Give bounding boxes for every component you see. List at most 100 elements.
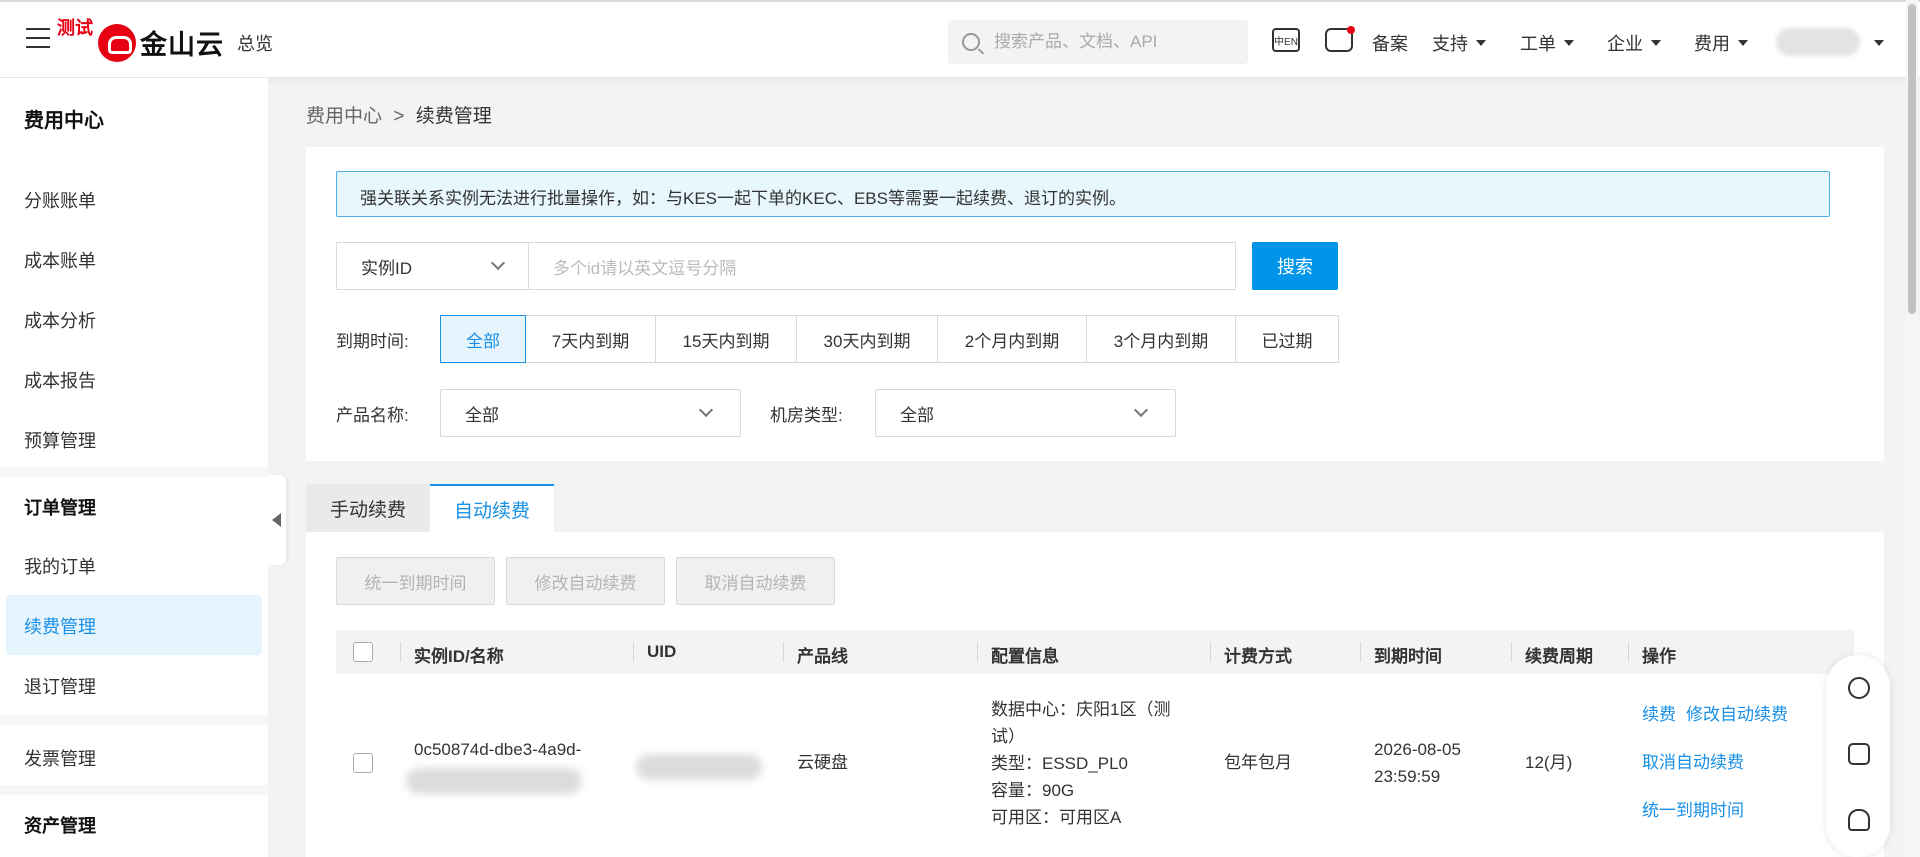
product-select-value: 全部 (465, 405, 499, 425)
instance-id[interactable]: 0c50874d-dbe3-4a9d- (414, 736, 581, 763)
product-label: 产品名称: (336, 406, 409, 425)
sidebar-item-renewal[interactable]: 续费管理 (24, 613, 96, 639)
row-checkbox[interactable] (353, 753, 373, 773)
cancel-auto-renew-link[interactable]: 取消自动续费 (1642, 749, 1744, 776)
sidebar-item-cost-bill[interactable]: 成本账单 (24, 247, 96, 273)
customer-service-icon[interactable] (1848, 677, 1870, 699)
column-divider (977, 642, 978, 662)
sidebar-divider (0, 467, 268, 477)
enterprise-menu[interactable]: 企业 (1607, 30, 1661, 56)
column-divider (633, 642, 634, 662)
config-zone: 可用区：可用区A (991, 808, 1122, 827)
renewal-period: 12(月) (1525, 753, 1573, 772)
column-divider (783, 642, 784, 662)
sidebar-item-split-bill[interactable]: 分账账单 (24, 187, 96, 213)
scrollbar-thumb[interactable] (1908, 4, 1916, 314)
col-instance: 实例ID/名称 (414, 647, 504, 666)
expiry-option-all[interactable]: 全部 (440, 315, 526, 363)
chevron-down-icon (698, 402, 714, 418)
search-field-select[interactable]: 实例ID (336, 242, 529, 290)
billing-method: 包年包月 (1224, 753, 1292, 772)
col-period: 续费周期 (1525, 647, 1593, 666)
sidebar-item-cost-analysis[interactable]: 成本分析 (24, 307, 96, 333)
config-datacenter-cont: 试） (991, 727, 1025, 746)
instance-id-input[interactable]: 多个id请以英文逗号分隔 (528, 242, 1236, 290)
room-type-select[interactable]: 全部 (875, 389, 1176, 437)
breadcrumb: 费用中心 > 续费管理 (306, 101, 492, 128)
config-type: 类型：ESSD_PL0 (991, 754, 1128, 773)
modify-auto-renew-link[interactable]: 修改自动续费 (1686, 701, 1788, 728)
col-billing: 计费方式 (1224, 647, 1292, 666)
logo-text: 金山云 (140, 30, 224, 60)
support-menu[interactable]: 支持 (1432, 30, 1486, 56)
chevron-down-icon (1651, 40, 1661, 46)
sidebar: 费用中心 分账账单 成本账单 成本分析 成本报告 预算管理 订单管理 我的订单 … (0, 78, 268, 857)
sidebar-item-budget[interactable]: 预算管理 (24, 427, 96, 453)
filter-panel: 强关联关系实例无法进行批量操作，如：与KES一起下单的KEC、EBS等需要一起续… (306, 147, 1884, 461)
breadcrumb-separator: > (393, 106, 405, 127)
column-divider (400, 642, 401, 662)
avatar[interactable] (1776, 28, 1860, 56)
search-field-value: 实例ID (361, 258, 412, 278)
search-button[interactable]: 搜索 (1252, 242, 1338, 290)
expiry-option-15d[interactable]: 15天内到期 (655, 315, 797, 363)
renew-link[interactable]: 续费 (1642, 701, 1676, 728)
cloud-icon[interactable] (1848, 809, 1870, 831)
expiry-filter-group: 全部 7天内到期 15天内到期 30天内到期 2个月内到期 3个月内到期 已过期 (440, 315, 1339, 363)
column-divider (1511, 642, 1512, 662)
chevron-down-icon (1133, 402, 1149, 418)
billing-menu[interactable]: 费用 (1694, 30, 1748, 56)
unify-expiry-button[interactable]: 统一到期时间 (336, 557, 495, 605)
product-line: 云硬盘 (797, 753, 848, 772)
chevron-down-icon (1738, 40, 1748, 46)
table-panel: 统一到期时间 修改自动续费 取消自动续费 实例ID/名称 UID 产品线 配置信… (306, 532, 1884, 857)
unify-expiry-link[interactable]: 统一到期时间 (1642, 797, 1744, 824)
expiry-option-3m[interactable]: 3个月内到期 (1086, 315, 1236, 363)
sidebar-item-invoice[interactable]: 发票管理 (24, 745, 96, 771)
product-select[interactable]: 全部 (440, 389, 741, 437)
document-icon[interactable] (1848, 743, 1870, 765)
floating-toolbar (1826, 655, 1890, 857)
column-divider (1210, 642, 1211, 662)
cancel-auto-renew-button[interactable]: 取消自动续费 (676, 557, 835, 605)
breadcrumb-parent[interactable]: 费用中心 (306, 106, 382, 127)
filing-link[interactable]: 备案 (1372, 30, 1408, 56)
expire-date: 2026-08-05 (1374, 740, 1461, 759)
col-config: 配置信息 (991, 647, 1059, 666)
tickets-menu[interactable]: 工单 (1520, 30, 1574, 56)
message-icon[interactable] (1325, 26, 1355, 52)
tab-manual-renewal[interactable]: 手动续费 (306, 484, 431, 532)
renewal-tabs: 手动续费 自动续费 (306, 484, 555, 532)
expiry-option-30d[interactable]: 30天内到期 (796, 315, 938, 363)
language-icon[interactable]: 中EN (1272, 28, 1300, 52)
global-search-input[interactable] (994, 32, 1234, 52)
global-search[interactable] (948, 20, 1248, 64)
tab-auto-renewal[interactable]: 自动续费 (430, 484, 555, 532)
modify-auto-renew-button[interactable]: 修改自动续费 (506, 557, 665, 605)
expiry-option-7d[interactable]: 7天内到期 (525, 315, 656, 363)
logo-icon (98, 23, 136, 62)
top-navbar: 测试 金山云 总览 中EN 备案 支持 工单 企业 费用 (0, 0, 1920, 78)
select-all-checkbox[interactable] (353, 642, 373, 662)
chevron-down-icon (1476, 40, 1486, 46)
sidebar-item-unsubscribe[interactable]: 退订管理 (24, 673, 96, 699)
col-product: 产品线 (797, 647, 848, 666)
col-actions: 操作 (1642, 647, 1676, 666)
instance-name-redacted (406, 768, 582, 794)
sidebar-section-assets: 资产管理 (24, 816, 96, 836)
expiry-option-2m[interactable]: 2个月内到期 (937, 315, 1087, 363)
col-expiry: 到期时间 (1374, 647, 1442, 666)
chevron-down-icon[interactable] (1874, 40, 1884, 46)
logo[interactable]: 金山云 (98, 23, 224, 62)
page-scrollbar[interactable] (1906, 0, 1918, 857)
sidebar-item-cost-report[interactable]: 成本报告 (24, 367, 96, 393)
sidebar-item-my-orders[interactable]: 我的订单 (24, 553, 96, 579)
nav-overview-link[interactable]: 总览 (237, 30, 273, 56)
chevron-down-icon (1564, 40, 1574, 46)
room-type-select-value: 全部 (900, 405, 934, 425)
sidebar-divider (0, 785, 268, 795)
notice-banner: 强关联关系实例无法进行批量操作，如：与KES一起下单的KEC、EBS等需要一起续… (336, 171, 1830, 217)
menu-icon[interactable] (26, 28, 50, 50)
sidebar-collapse-handle[interactable] (268, 475, 286, 565)
expiry-option-expired[interactable]: 已过期 (1235, 315, 1339, 363)
